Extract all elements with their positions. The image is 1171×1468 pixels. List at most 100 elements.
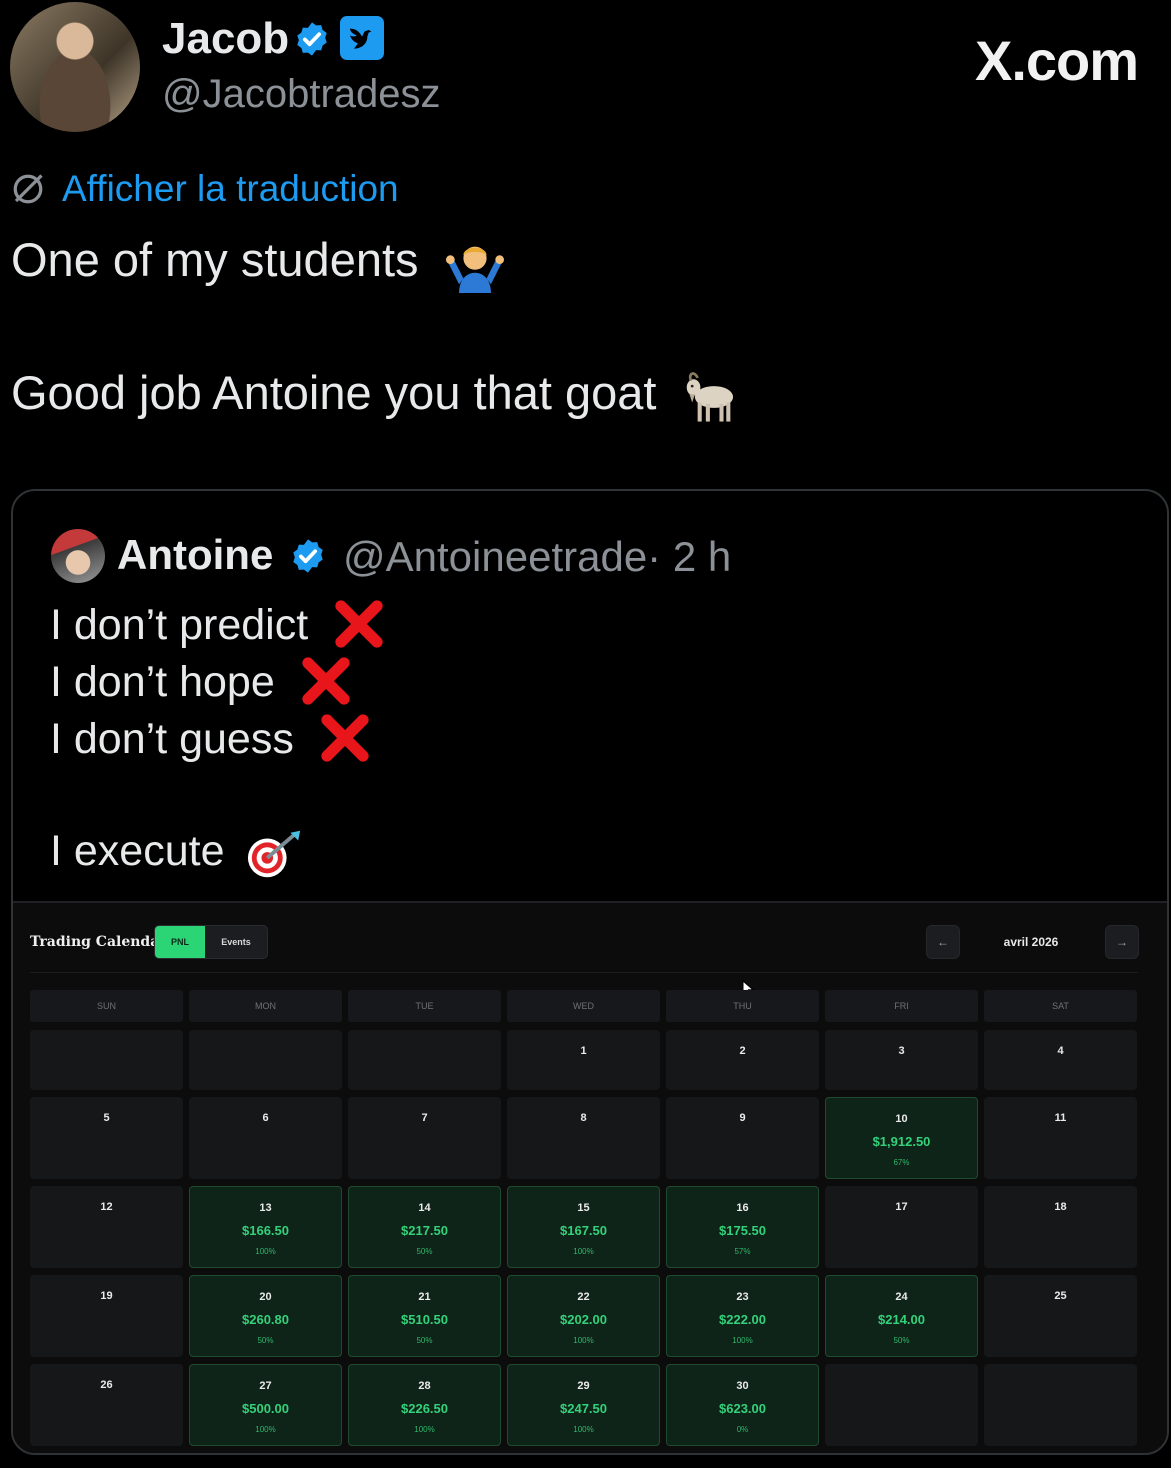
affiliate-bird-icon[interactable]	[340, 16, 384, 60]
day-cell[interactable]: 29 $247.50 100%	[507, 1364, 660, 1446]
day-cell[interactable]: 21 $510.50 50%	[348, 1275, 501, 1357]
day-cell[interactable]: 24 $214.00 50%	[825, 1275, 978, 1357]
weekday-header: SUN	[30, 990, 183, 1022]
empty-day-cell	[30, 1030, 183, 1090]
day-cell[interactable]: 28 $226.50 100%	[348, 1364, 501, 1446]
day-number: 13	[259, 1202, 272, 1214]
quote-text-line: I don’t hope	[50, 657, 353, 708]
day-win-rate: 50%	[416, 1247, 433, 1256]
translate-icon	[13, 174, 43, 204]
day-cell[interactable]: 4	[984, 1030, 1137, 1090]
day-number: 11	[1054, 1112, 1067, 1124]
day-cell[interactable]: 10 $1,912.50 67%	[825, 1097, 978, 1179]
empty-day-cell	[348, 1030, 501, 1090]
day-win-rate: 50%	[257, 1336, 274, 1345]
quoted-tweet-card[interactable]: Antoine @Antoineetrade· 2 h I don’t pred…	[11, 489, 1169, 1455]
day-win-rate: 100%	[255, 1247, 276, 1256]
day-cell[interactable]: 23 $222.00 100%	[666, 1275, 819, 1357]
day-number: 27	[259, 1380, 272, 1392]
weekday-header: WED	[507, 990, 660, 1022]
day-cell[interactable]: 1	[507, 1030, 660, 1090]
day-number: 14	[418, 1202, 431, 1214]
day-cell[interactable]: 30 $623.00 0%	[666, 1364, 819, 1446]
day-number: 6	[262, 1112, 269, 1124]
quoted-author-meta[interactable]: @Antoineetrade· 2 h	[343, 533, 731, 581]
dart-target-icon	[248, 830, 301, 877]
quoted-author-name[interactable]: Antoine	[117, 531, 273, 579]
prev-month-button[interactable]: ←	[926, 925, 960, 959]
day-cell[interactable]: 11	[984, 1097, 1137, 1179]
day-cell[interactable]: 5	[30, 1097, 183, 1179]
tweet-text-line-1: One of my students	[11, 232, 504, 293]
day-cell[interactable]: 6	[189, 1097, 342, 1179]
toggle-events-button[interactable]: Events	[205, 926, 267, 958]
weekday-header: SAT	[984, 990, 1137, 1022]
verified-badge-icon	[293, 539, 323, 573]
day-pnl-value: $247.50	[560, 1401, 607, 1416]
day-cell[interactable]: 9	[666, 1097, 819, 1179]
day-number: 16	[736, 1202, 749, 1214]
day-pnl-value: $510.50	[401, 1312, 448, 1327]
author-avatar[interactable]	[10, 2, 140, 132]
next-month-button[interactable]: →	[1105, 925, 1139, 959]
day-cell[interactable]: 18	[984, 1186, 1137, 1268]
day-number: 25	[1054, 1290, 1067, 1302]
day-cell[interactable]: 27 $500.00 100%	[189, 1364, 342, 1446]
day-pnl-value: $1,912.50	[872, 1134, 931, 1149]
day-win-rate: 100%	[414, 1425, 435, 1434]
day-number: 19	[100, 1290, 113, 1302]
day-number: 3	[898, 1045, 905, 1057]
day-number: 8	[580, 1112, 587, 1124]
translate-link[interactable]: Afficher la traduction	[62, 168, 399, 210]
empty-day-cell	[189, 1030, 342, 1090]
calendar-title: Trading Calendar	[30, 934, 167, 950]
day-pnl-value: $500.00	[242, 1401, 289, 1416]
tweet-text-line-2: Good job Antoine you that goat	[11, 365, 744, 426]
author-handle[interactable]: @Jacobtradesz	[162, 72, 441, 117]
day-number: 17	[895, 1201, 908, 1213]
toggle-pnl-button[interactable]: PNL	[155, 926, 205, 958]
verified-badge-icon	[297, 22, 327, 56]
month-label: avril 2026	[1003, 935, 1059, 949]
view-toggle[interactable]: PNL Events	[154, 925, 268, 959]
day-cell[interactable]: 12	[30, 1186, 183, 1268]
quoted-author-avatar[interactable]	[51, 529, 105, 583]
day-cell[interactable]: 20 $260.80 50%	[189, 1275, 342, 1357]
day-cell[interactable]: 22 $202.00 100%	[507, 1275, 660, 1357]
day-cell[interactable]: 16 $175.50 57%	[666, 1186, 819, 1268]
author-name[interactable]: Jacob	[162, 14, 289, 64]
day-pnl-value: $166.50	[242, 1223, 289, 1238]
day-win-rate: 100%	[255, 1425, 276, 1434]
day-cell[interactable]: 7	[348, 1097, 501, 1179]
day-number: 4	[1057, 1045, 1064, 1057]
day-cell[interactable]: 26	[30, 1364, 183, 1446]
day-number: 9	[739, 1112, 746, 1124]
day-number: 26	[100, 1379, 113, 1391]
day-number: 28	[418, 1380, 431, 1392]
weekday-header: MON	[189, 990, 342, 1022]
day-number: 29	[577, 1380, 590, 1392]
day-win-rate: 100%	[732, 1336, 753, 1345]
quoted-tweet-time: · 2 h	[647, 533, 732, 580]
tweet-text: Good job Antoine you that goat	[11, 366, 657, 419]
day-cell[interactable]: 15 $167.50 100%	[507, 1186, 660, 1268]
day-pnl-value: $167.50	[560, 1223, 607, 1238]
day-cell[interactable]: 3	[825, 1030, 978, 1090]
weekday-header: FRI	[825, 990, 978, 1022]
day-cell[interactable]: 8	[507, 1097, 660, 1179]
day-win-rate: 50%	[893, 1336, 910, 1345]
day-win-rate: 100%	[573, 1247, 594, 1256]
day-cell[interactable]: 14 $217.50 50%	[348, 1186, 501, 1268]
day-number: 2	[739, 1045, 746, 1057]
translate-row[interactable]: Afficher la traduction	[10, 168, 399, 210]
day-number: 18	[1054, 1201, 1067, 1213]
quote-text-line: I don’t guess	[50, 714, 372, 765]
trading-calendar: Trading Calendar PNL Events ← avril 2026…	[13, 901, 1167, 1453]
day-number: 10	[895, 1113, 908, 1125]
day-cell[interactable]: 13 $166.50 100%	[189, 1186, 342, 1268]
day-cell[interactable]: 19	[30, 1275, 183, 1357]
day-cell[interactable]: 2	[666, 1030, 819, 1090]
day-cell[interactable]: 17	[825, 1186, 978, 1268]
quoted-author-handle[interactable]: @Antoineetrade	[343, 533, 647, 580]
day-cell[interactable]: 25	[984, 1275, 1137, 1357]
